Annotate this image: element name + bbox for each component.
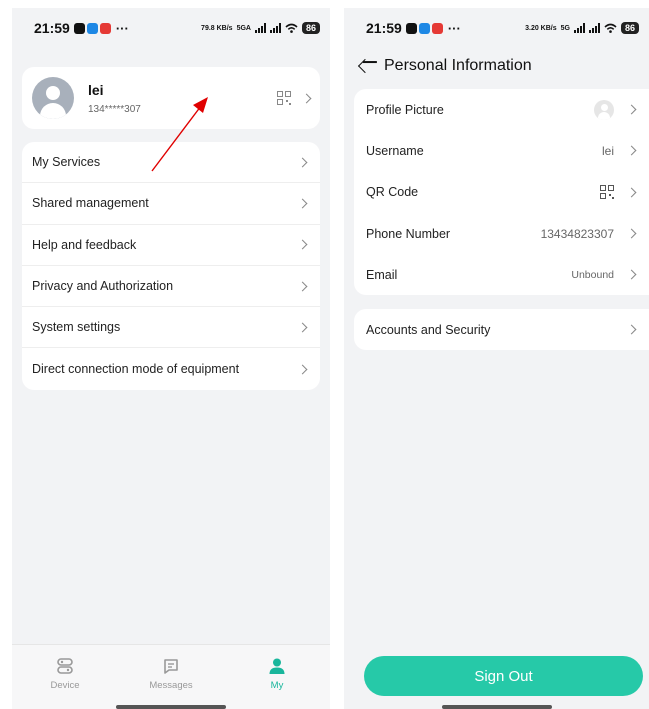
row-label: Email <box>366 267 398 282</box>
tab-label: Device <box>50 680 80 691</box>
row-label: Profile Picture <box>366 102 444 117</box>
menu-label: Help and feedback <box>32 237 137 252</box>
tab-my[interactable]: My <box>224 645 330 709</box>
avatar <box>594 99 614 120</box>
email-value: Unbound <box>571 268 614 281</box>
menu-list: My Services Shared management Help and f… <box>22 142 320 390</box>
row-label: QR Code <box>366 185 419 200</box>
profile-card[interactable]: lei 134*****307 <box>22 67 320 129</box>
menu-item-shared-management[interactable]: Shared management <box>22 183 320 225</box>
signal-icon <box>573 23 585 33</box>
chevron-right-icon <box>297 239 308 250</box>
menu-label: System settings <box>32 320 121 335</box>
page-title: Personal Information <box>384 57 532 74</box>
wifi-icon <box>604 23 617 33</box>
tab-label: Messages <box>149 680 193 691</box>
net-type: 5G <box>560 24 570 32</box>
status-bar: 21:59 ··· 79.8 KB/s 5GA 86 <box>12 8 330 48</box>
row-label: Username <box>366 143 424 158</box>
net-speed: 3.20 KB/s <box>525 24 557 32</box>
username-value: lei <box>601 143 614 158</box>
signal-icon <box>254 23 266 33</box>
battery-icon: 86 <box>620 22 639 34</box>
tab-messages[interactable]: Messages <box>118 645 224 709</box>
home-indicator <box>116 705 226 709</box>
battery-icon: 86 <box>301 22 320 34</box>
qr-code-icon <box>600 185 614 200</box>
signal-icon-2 <box>588 23 600 33</box>
app-icon <box>86 22 98 34</box>
personal-information-screen: 21:59 ··· 3.20 KB/s 5G 86 Personal Infor… <box>344 8 649 709</box>
status-bar: 21:59 ··· 3.20 KB/s 5G 86 <box>344 8 649 48</box>
menu-label: My Services <box>32 155 101 170</box>
menu-item-my-services[interactable]: My Services <box>22 142 320 184</box>
chevron-right-icon <box>626 145 637 156</box>
tab-device[interactable]: Device <box>12 645 118 709</box>
status-time: 21:59 <box>34 20 70 36</box>
row-phone-number[interactable]: Phone Number 13434823307 <box>354 213 649 254</box>
chevron-right-icon <box>626 228 637 239</box>
tiktok-icon <box>405 22 417 34</box>
security-card: Accounts and Security <box>354 309 649 351</box>
row-profile-picture[interactable]: Profile Picture <box>354 89 649 130</box>
row-qr-code[interactable]: QR Code <box>354 172 649 213</box>
person-icon <box>269 658 285 674</box>
sign-out-button[interactable]: Sign Out <box>364 656 643 696</box>
notification-icons: ··· <box>73 20 129 36</box>
phone-value: 13434823307 <box>540 226 614 241</box>
home-indicator <box>441 705 552 709</box>
chevron-right-icon <box>297 198 308 209</box>
notification-icons: ··· <box>405 20 461 36</box>
status-time: 21:59 <box>366 20 402 36</box>
chevron-right-icon <box>626 187 637 198</box>
bottom-tab-bar: Device Messages My <box>12 644 330 709</box>
chevron-right-icon <box>297 281 308 291</box>
row-label: Phone Number <box>366 226 451 241</box>
signal-icon-2 <box>269 23 281 33</box>
chevron-right-icon <box>301 93 312 103</box>
row-accounts-security[interactable]: Accounts and Security <box>354 309 649 350</box>
back-arrow-icon[interactable] <box>357 58 373 74</box>
net-type: 5GA <box>236 24 251 32</box>
chevron-right-icon <box>297 364 308 375</box>
app-icon-red <box>99 22 111 34</box>
wifi-icon <box>285 23 298 33</box>
tab-label: My <box>270 680 284 691</box>
personal-info-list: Profile Picture Username lei QR Code Pho… <box>354 89 649 296</box>
status-right: 79.8 KB/s 5GA 86 <box>201 22 320 34</box>
menu-item-privacy[interactable]: Privacy and Authorization <box>22 266 320 308</box>
menu-label: Direct connection mode of equipment <box>32 362 240 377</box>
menu-item-direct-connection[interactable]: Direct connection mode of equipment <box>22 348 320 389</box>
menu-label: Shared management <box>32 196 149 211</box>
messages-icon <box>164 659 178 674</box>
menu-item-system-settings[interactable]: System settings <box>22 307 320 349</box>
chevron-right-icon <box>626 104 637 115</box>
qr-code-icon <box>277 91 291 105</box>
more-icon: ··· <box>447 20 461 36</box>
status-right: 3.20 KB/s 5G 86 <box>525 22 639 34</box>
tiktok-icon <box>73 22 85 34</box>
profile-name: lei <box>88 81 104 98</box>
row-username[interactable]: Username lei <box>354 130 649 171</box>
net-speed: 79.8 KB/s <box>201 24 233 32</box>
row-label: Accounts and Security <box>366 322 491 337</box>
app-icon <box>418 22 430 34</box>
my-screen: 21:59 ··· 79.8 KB/s 5GA 86 lei 134*****3… <box>12 8 330 709</box>
app-icon-red <box>431 22 443 34</box>
chevron-right-icon <box>626 324 637 335</box>
menu-label: Privacy and Authorization <box>32 279 174 294</box>
profile-phone: 134*****307 <box>88 103 141 115</box>
menu-item-help-feedback[interactable]: Help and feedback <box>22 225 320 266</box>
chevron-right-icon <box>297 322 308 333</box>
row-email[interactable]: Email Unbound <box>354 254 649 295</box>
device-icon <box>57 658 73 674</box>
chevron-right-icon <box>626 269 637 280</box>
header: Personal Information <box>344 48 649 84</box>
avatar <box>32 77 74 119</box>
more-icon: ··· <box>115 20 129 36</box>
chevron-right-icon <box>297 157 308 168</box>
